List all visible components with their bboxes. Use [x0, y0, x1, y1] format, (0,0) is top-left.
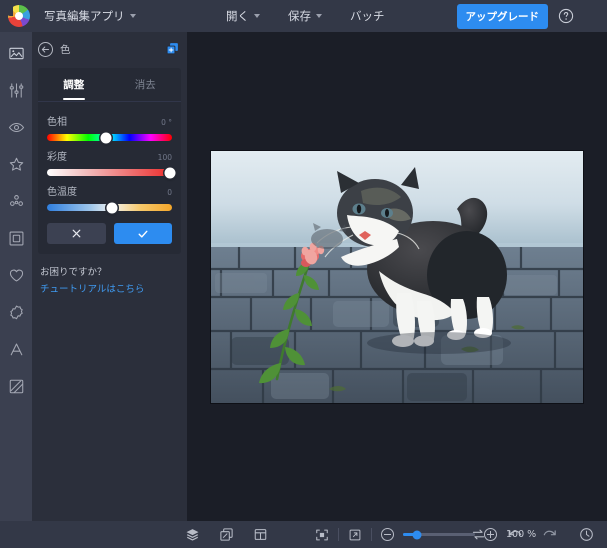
redo-arrow-icon[interactable]: [543, 527, 558, 542]
rail-item-favorites[interactable]: [5, 264, 27, 286]
properties-panel: 色 調整 消去 色相 0 ° 彩度 100 色温度 0 お困りですか？ チュート…: [32, 32, 187, 521]
image-icon: [8, 47, 24, 59]
chevron-down-icon: [129, 14, 136, 18]
eye-icon: [8, 122, 24, 132]
rail-item-adjust[interactable]: [5, 79, 27, 101]
saturation-label-row: 彩度 100: [47, 148, 172, 163]
menu-item-save[interactable]: 保存: [284, 5, 326, 27]
panel-layout-icon[interactable]: [253, 527, 268, 542]
title-bar-right-group: アップグレード: [456, 0, 600, 32]
rail-item-texture[interactable]: [5, 375, 27, 397]
star-icon: [9, 157, 23, 171]
frame-icon: [9, 231, 23, 245]
bottom-right-tools: [471, 527, 594, 542]
help-block: お困りですか？ チュートリアルはこちら: [32, 254, 187, 295]
saturation-slider-thumb[interactable]: [164, 167, 175, 178]
panel-title: 色: [60, 43, 71, 56]
chevron-down-icon: [254, 14, 260, 18]
saturation-value: 100: [157, 153, 172, 162]
menu-item-batch-label: バッチ: [350, 9, 385, 23]
photo-preview[interactable]: [211, 150, 583, 403]
temperature-slider-track[interactable]: [47, 202, 172, 213]
temperature-label: 色温度: [47, 187, 77, 198]
back-arrow-circle-icon[interactable]: [38, 41, 53, 57]
color-wheel-logo: [7, 3, 30, 27]
temperature-slider-thumb[interactable]: [106, 202, 118, 213]
menu-item-open[interactable]: 開く: [222, 5, 264, 27]
menu-item-batch[interactable]: バッチ: [346, 5, 389, 27]
slider-group-saturation: 彩度 100: [38, 141, 181, 178]
panel-header: 色: [32, 38, 187, 60]
photo-editor-app: 写真編集アプリ 開く 保存 バッチ アップグレード 色 調整 消去 色相 0 °…: [0, 0, 607, 548]
cancel-button[interactable]: [47, 223, 106, 244]
hue-value: 0 °: [161, 118, 172, 127]
rail-item-text[interactable]: [5, 338, 27, 360]
expand-arrow-icon[interactable]: [348, 528, 362, 542]
undo-arrow-icon[interactable]: [507, 527, 522, 542]
heart-icon: [9, 269, 23, 281]
question-circle-icon[interactable]: [558, 8, 574, 24]
close-x-icon: [72, 229, 81, 238]
rail-item-retouch[interactable]: [5, 116, 27, 138]
tutorial-link[interactable]: チュートリアルはこちら: [40, 281, 179, 295]
fit-screen-icon[interactable]: [315, 528, 329, 542]
app-name-label: 写真編集アプリ: [44, 9, 125, 23]
zoom-slider-track[interactable]: [403, 530, 475, 539]
bottom-bar: 100 %: [0, 521, 607, 548]
temperature-label-row: 色温度 0: [47, 183, 172, 198]
tool-rail: [0, 32, 32, 521]
swap-arrows-icon[interactable]: [471, 527, 486, 542]
saturation-slider-track[interactable]: [47, 167, 175, 178]
tab-adjust[interactable]: 調整: [38, 68, 110, 100]
hue-slider-track[interactable]: [47, 132, 172, 143]
slider-group-temperature: 色温度 0: [38, 176, 181, 213]
sliders-icon: [9, 82, 23, 98]
panel-actions: [38, 211, 181, 244]
body-row: 色 調整 消去 色相 0 ° 彩度 100 色温度 0 お困りですか？ チュート…: [0, 32, 607, 521]
main-menu: 開く 保存 バッチ: [222, 0, 389, 32]
chevron-down-icon: [316, 14, 322, 18]
rail-item-frame[interactable]: [5, 227, 27, 249]
tab-erase[interactable]: 消去: [110, 68, 182, 100]
divider: [371, 528, 372, 541]
adjust-card: 調整 消去 色相 0 ° 彩度 100 色温度 0: [38, 68, 181, 254]
hue-label-row: 色相 0 °: [47, 113, 172, 128]
temperature-value: 0: [167, 188, 172, 197]
compare-copy-icon[interactable]: [219, 527, 234, 542]
layers-icon[interactable]: [185, 527, 200, 542]
panel-tabs: 調整 消去: [38, 68, 181, 101]
title-bar: 写真編集アプリ 開く 保存 バッチ アップグレード: [0, 0, 607, 32]
divider: [338, 528, 339, 541]
badge-icon: [9, 305, 23, 319]
hue-slider-thumb[interactable]: [100, 132, 112, 143]
hue-label: 色相: [47, 117, 67, 128]
text-a-icon: [10, 343, 22, 355]
duplicate-layers-icon[interactable]: [166, 40, 179, 59]
canvas-area[interactable]: [187, 32, 607, 521]
check-icon: [138, 230, 148, 238]
zoom-slider-thumb[interactable]: [412, 530, 422, 539]
upgrade-button[interactable]: アップグレード: [456, 3, 548, 29]
hamburger-menu-icon[interactable]: [584, 11, 599, 22]
dots-cluster-icon: [9, 194, 23, 206]
rail-item-effects[interactable]: [5, 153, 27, 175]
rail-item-stickers[interactable]: [5, 301, 27, 323]
menu-item-open-label: 開く: [226, 9, 249, 23]
rail-item-image[interactable]: [5, 42, 27, 64]
texture-icon: [9, 379, 23, 393]
confirm-button[interactable]: [113, 223, 172, 244]
rail-item-particles[interactable]: [5, 190, 27, 212]
bottom-left-tools: [185, 527, 268, 542]
slider-group-hue: 色相 0 °: [38, 106, 181, 143]
minus-circle-icon[interactable]: [381, 528, 394, 541]
saturation-label: 彩度: [47, 152, 67, 163]
menu-item-save-label: 保存: [288, 9, 311, 23]
app-name-menu[interactable]: 写真編集アプリ: [38, 5, 142, 27]
help-question: お困りですか？: [40, 267, 107, 278]
kitten-photo: [211, 150, 583, 403]
tabs-divider: [38, 101, 181, 102]
clock-icon[interactable]: [579, 527, 594, 542]
